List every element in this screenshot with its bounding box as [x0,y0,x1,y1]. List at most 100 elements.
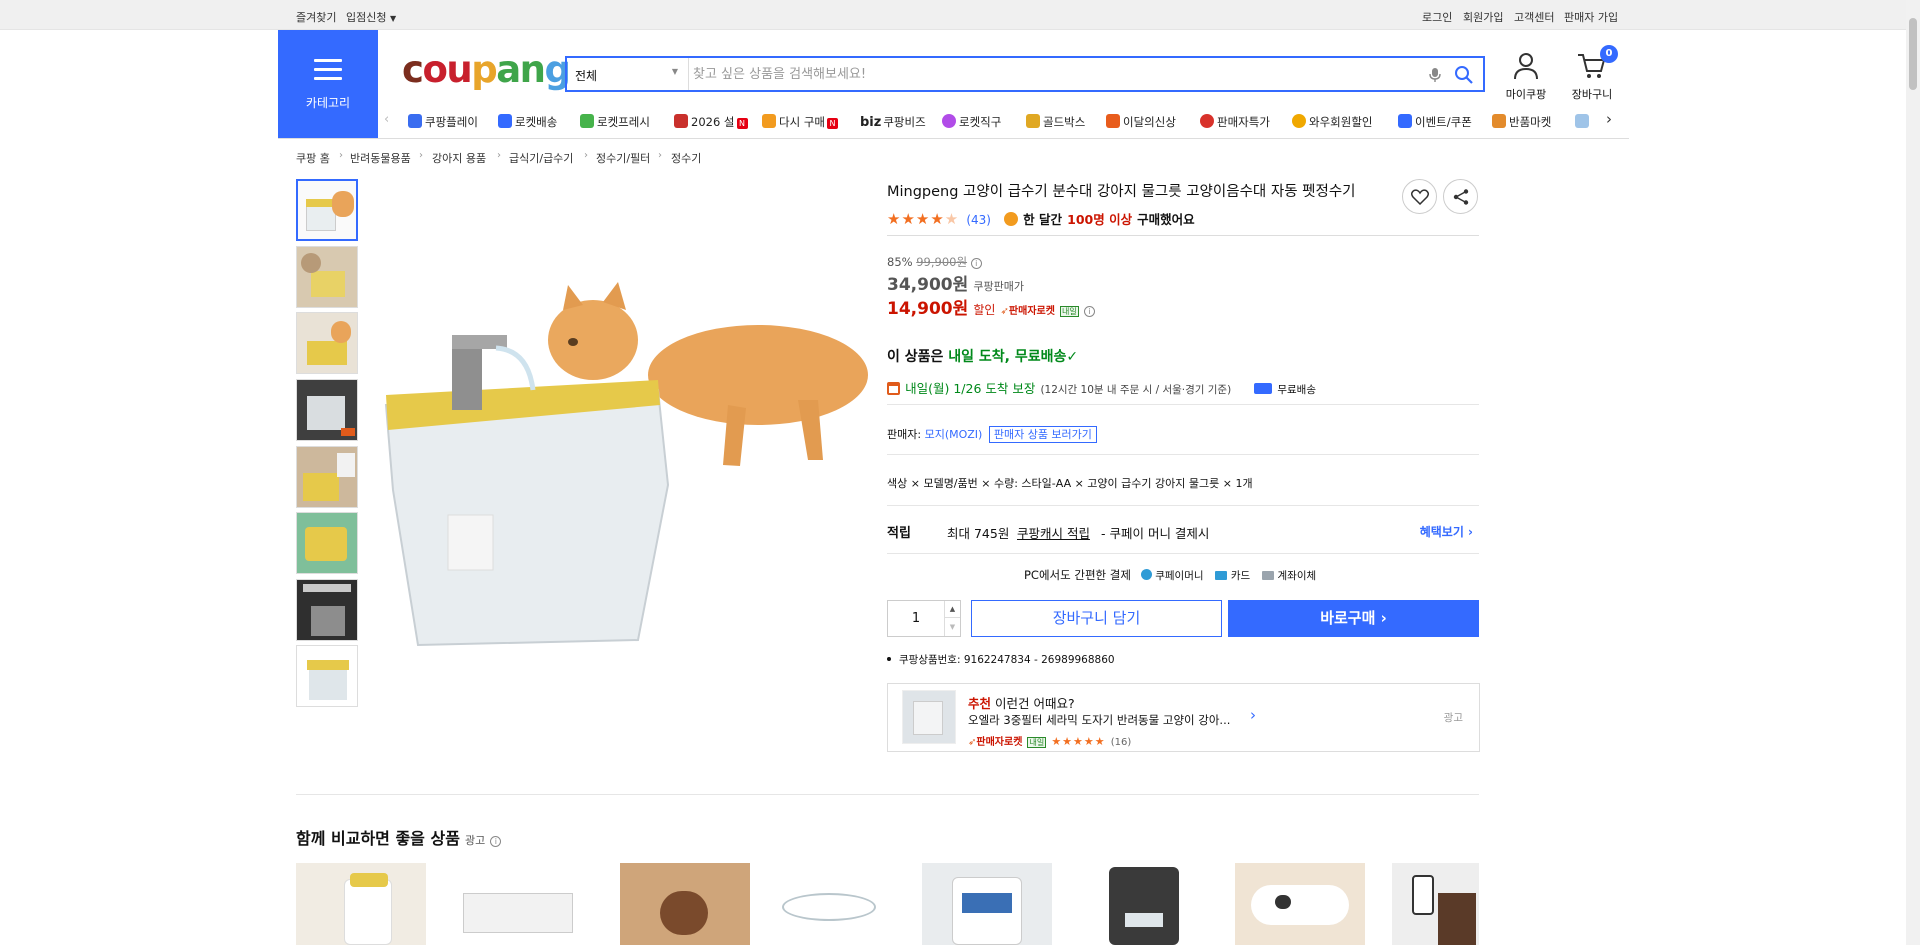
product-thumbnail[interactable] [296,645,358,707]
info-icon[interactable]: i [1083,306,1095,317]
my-coupang-label: 마이쿠팡 [1505,88,1547,101]
nav-label: 로켓프레시 [597,115,650,129]
chevron-right-icon[interactable]: › [1606,110,1612,128]
new-badge: N [826,118,838,129]
nav-item-coupang-play[interactable]: 쿠팡플레이 [408,114,478,130]
nav-label: 로켓배송 [515,115,558,129]
breadcrumb-item[interactable]: 쿠팡 홈 [296,150,330,166]
category-menu-button[interactable]: 카테고리 [278,30,378,138]
product-thumbnail[interactable] [296,179,358,241]
page-scrollbar[interactable] [1906,0,1920,945]
thumb-fountain-shape [309,670,347,700]
breadcrumb-item[interactable]: 정수기 [671,150,701,166]
product-thumbnail[interactable] [296,312,358,374]
quantity-decrease-button[interactable]: ▼ [944,618,960,636]
payment-row: PC에서도 간편한 결제 쿠페이머니 카드 계좌이체 [1024,567,1316,583]
signup-link[interactable]: 회원가입 [1463,9,1503,25]
breadcrumb-item[interactable]: 강아지 용품 [432,150,486,166]
benefit-link[interactable]: 혜택보기 › [1420,523,1473,540]
product-thumbnail[interactable] [296,246,358,308]
chevron-right-icon[interactable]: › [1250,706,1256,724]
breadcrumb-item[interactable]: 반려동물용품 [350,150,411,166]
compare-section-header: 함께 비교하면 좋을 상품 광고 i [296,825,502,849]
coupang-price-label: 쿠팡판매가 [973,280,1024,293]
info-icon[interactable]: i [490,836,502,847]
category-label: 카테고리 [305,96,351,110]
add-to-cart-button[interactable]: 장바구니 담기 [971,600,1222,637]
cart-count-badge: 0 [1600,45,1618,63]
compare-product-card[interactable] [620,863,750,945]
nav-item-rocket-delivery[interactable]: 로켓배송 [498,114,557,130]
card-product-shape [1109,867,1179,945]
recommend-ad-box[interactable]: 추천 이런건 어때요? 오엘라 3중필터 세라믹 도자기 반려동물 고양이 강아… [887,683,1480,752]
favorites-link[interactable]: 즐겨찾기 [296,9,336,25]
search-input[interactable] [693,62,1413,86]
breadcrumb-item[interactable]: 정수기/필터 [596,150,650,166]
thumb-lid-shape [307,660,349,670]
thumb-fountain-shape [311,606,345,636]
nav-label: 로켓직구 [959,115,1002,129]
share-button[interactable] [1443,179,1478,214]
water-stream [495,345,536,391]
search-icon[interactable] [1454,65,1474,85]
chevron-right-icon: › [339,150,343,161]
pay-title: PC에서도 간편한 결제 [1024,568,1131,582]
chevron-left-icon[interactable]: ‹ [384,112,389,127]
compare-product-card[interactable] [1235,863,1365,945]
delivery-highlight: 내일 도착, 무료배송 [948,349,1067,365]
product-thumbnail[interactable] [296,579,358,641]
nav-item-coupang-biz[interactable]: biz 쿠팡비즈 [860,114,926,130]
info-icon[interactable]: i [970,258,982,269]
vendor-apply-link[interactable]: 입점신청 ▼ [346,9,396,25]
product-thumbnail[interactable] [296,379,358,441]
cart-button[interactable]: 0 장바구니 [1566,45,1618,102]
product-main-image[interactable] [378,280,872,650]
nav-item-rocket-fresh[interactable]: 로켓프레시 [580,114,650,130]
purchase-suffix: 구매했어요 [1137,212,1195,227]
seller-name-link[interactable]: 모지(MOZI) [925,428,983,441]
nav-item-2026-seol[interactable]: 2026 설N [674,114,748,130]
product-thumbnail[interactable] [296,446,358,508]
coupang-logo[interactable]: coupang [402,48,571,91]
nav-item-return-market[interactable]: 반품마켓 [1492,114,1551,130]
fountain-filter [447,514,494,571]
buy-now-button[interactable]: 바로구매 › [1228,600,1479,637]
nav-item-rebuy[interactable]: 다시 구매 N [762,114,838,130]
seller-products-button[interactable]: 판매자 상품 보러가기 [988,426,1097,443]
gift-icon [674,114,688,128]
product-thumbnail[interactable] [296,512,358,574]
my-coupang-button[interactable]: 마이쿠팡 [1500,52,1552,102]
quantity-increase-button[interactable]: ▲ [944,601,960,618]
compare-product-card[interactable] [1079,863,1209,945]
recommend-product-image [902,690,956,744]
microphone-icon[interactable] [1429,67,1441,83]
compare-product-card[interactable] [453,863,583,945]
compare-product-card[interactable] [922,863,1052,945]
search-category-select[interactable]: 전체 ▼ [567,58,689,90]
compare-product-card[interactable] [1392,863,1479,945]
nav-item-event-coupon[interactable]: 이벤트/쿠폰 [1398,114,1472,130]
breadcrumb-item[interactable]: 급식기/급수기 [509,150,573,166]
nav-item-monthly-new[interactable]: 이달의신상 [1106,114,1176,130]
quantity-input[interactable]: 1 [888,601,944,636]
thumb-fountain-shape [303,473,339,501]
login-link[interactable]: 로그인 [1422,9,1452,25]
scrollbar-thumb[interactable] [1909,18,1917,90]
compare-product-card[interactable] [296,863,426,945]
nav-item-wow-discount[interactable]: 와우회원할인 [1292,114,1372,130]
compare-title: 함께 비교하면 좋을 상품 [296,829,460,848]
wishlist-button[interactable] [1402,179,1437,214]
recommend-title-rest: 이런건 어때요? [995,696,1075,711]
reward-link[interactable]: 쿠팡캐시 적립 [1017,523,1090,542]
review-count-link[interactable]: (43) [966,213,991,227]
nav-item-rocket-direct[interactable]: 로켓직구 [942,114,1001,130]
customer-center-link[interactable]: 고객센터 [1514,9,1554,25]
nav-label: 쿠팡비즈 [883,115,926,129]
nav-item-more[interactable] [1575,114,1592,129]
nav-item-seller-special[interactable]: 판매자특가 [1200,114,1270,130]
nav-label: 2026 설 [691,115,735,129]
nav-item-gold-box[interactable]: 골드박스 [1026,114,1085,130]
card-dog-shape [660,891,708,935]
compare-product-card[interactable] [764,863,894,945]
seller-signup-link[interactable]: 판매자 가입 [1564,9,1618,25]
